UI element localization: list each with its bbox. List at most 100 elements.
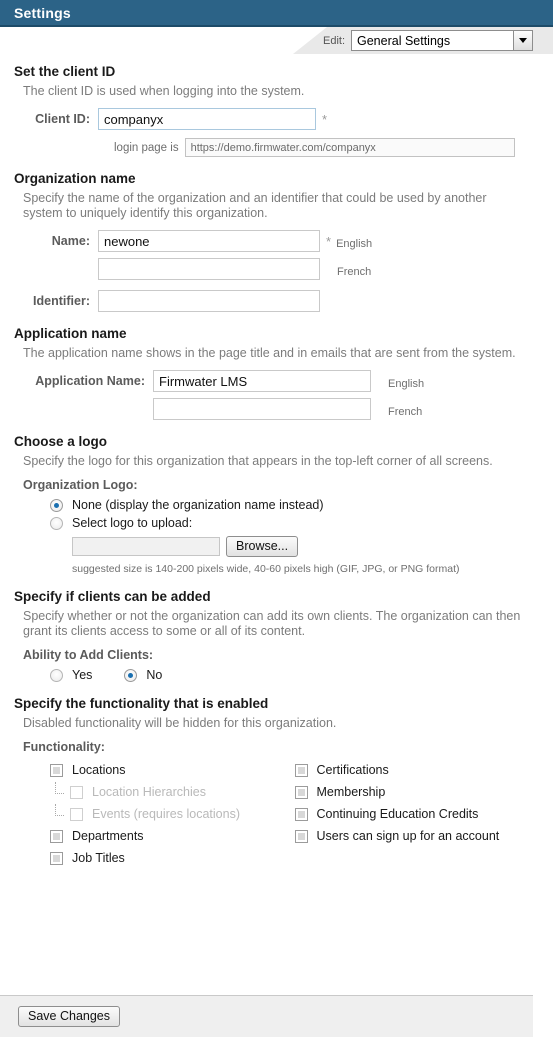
functionality-checkbox-row[interactable]: Membership <box>294 782 540 802</box>
functionality-checkbox-row[interactable]: Certifications <box>294 760 540 780</box>
logo-option-none-label: None (display the organization name inst… <box>72 498 324 512</box>
tree-connector-icon <box>52 781 68 799</box>
section-application-name-heading: Application name <box>14 326 127 341</box>
section-add-clients-description: Specify whether or not the organization … <box>23 609 521 638</box>
functionality-checkbox-row[interactable]: Departments <box>50 826 295 846</box>
footer-bar: Save Changes <box>0 995 533 1037</box>
logo-file-input[interactable] <box>72 537 220 556</box>
organization-name-french-lang: French <box>337 266 372 278</box>
application-name-english-lang: English <box>388 378 425 390</box>
section-logo-description: Specify the logo for this organization t… <box>23 454 493 468</box>
section-application-name: Application name The application name sh… <box>14 326 539 420</box>
functionality-checkbox <box>70 807 83 821</box>
functionality-checkbox-label: Continuing Education Credits <box>316 807 479 821</box>
application-name-label: Application Name: <box>35 374 145 388</box>
functionality-checkbox[interactable] <box>50 763 63 777</box>
browse-button[interactable]: Browse... <box>226 536 299 557</box>
section-client-id: Set the client ID The client ID is used … <box>14 64 539 157</box>
functionality-checkbox[interactable] <box>294 829 308 843</box>
edit-settings-selected-value: General Settings <box>357 33 451 48</box>
section-add-clients-heading: Specify if clients can be added <box>14 589 211 604</box>
functionality-checkbox-row[interactable]: Users can sign up for an account <box>294 826 540 846</box>
section-organization-name-heading: Organization name <box>14 171 136 186</box>
functionality-checkbox[interactable] <box>294 785 308 799</box>
client-id-required-marker: * <box>322 111 328 127</box>
section-client-id-description: The client ID is used when logging into … <box>23 84 305 98</box>
organization-name-label: Name: <box>51 234 90 248</box>
section-client-id-heading: Set the client ID <box>14 64 116 79</box>
functionality-left-column: Locations Location Hierarchies Events (req… <box>50 760 295 870</box>
section-functionality-heading: Specify the functionality that is enable… <box>14 696 269 711</box>
functionality-label: Functionality: <box>23 740 105 754</box>
client-id-input[interactable] <box>98 108 316 130</box>
organization-logo-label: Organization Logo: <box>23 478 138 492</box>
add-clients-yes-label: Yes <box>72 668 93 682</box>
section-add-clients: Specify if clients can be added Specify … <box>14 589 539 682</box>
edit-label: Edit: <box>322 34 345 47</box>
application-name-french-row: French <box>14 398 539 420</box>
save-changes-button[interactable]: Save Changes <box>18 1006 121 1027</box>
section-functionality: Specify the functionality that is enable… <box>14 696 539 870</box>
section-functionality-description: Disabled functionality will be hidden fo… <box>23 716 337 730</box>
functionality-checkbox-grid: Locations Location Hierarchies Events (req… <box>14 760 539 870</box>
add-clients-no-radio[interactable] <box>124 668 138 682</box>
functionality-checkbox-label: Location Hierarchies <box>92 785 206 799</box>
application-name-french-input[interactable] <box>153 398 371 420</box>
section-application-name-description: The application name shows in the page t… <box>23 346 516 360</box>
functionality-checkbox-label: Users can sign up for an account <box>316 829 500 843</box>
functionality-checkbox-row: Location Hierarchies <box>50 781 295 802</box>
functionality-checkbox-label: Job Titles <box>72 851 125 865</box>
functionality-checkbox[interactable] <box>50 851 63 865</box>
organization-name-english-row: Name: * English <box>14 230 539 252</box>
tree-connector-icon <box>52 803 68 821</box>
organization-name-english-lang: English <box>336 238 373 250</box>
organization-identifier-input[interactable] <box>98 290 320 312</box>
login-page-url: https://demo.firmwater.com/companyx <box>184 138 515 157</box>
functionality-checkbox-row: Events (requires locations) <box>50 803 295 824</box>
functionality-checkbox-row[interactable]: Job Titles <box>50 848 295 868</box>
functionality-checkbox-row[interactable]: Locations <box>50 760 295 780</box>
organization-identifier-label: Identifier: <box>33 294 90 308</box>
page-title: Settings <box>14 4 71 21</box>
login-page-prefix: login page is <box>114 141 179 154</box>
section-organization-name-description: Specify the name of the organization and… <box>23 191 487 220</box>
functionality-checkbox-row[interactable]: Continuing Education Credits <box>294 804 540 824</box>
functionality-checkbox <box>70 785 83 799</box>
functionality-checkbox-label: Locations <box>72 763 126 777</box>
organization-name-english-input[interactable] <box>98 230 320 252</box>
functionality-checkbox-label: Membership <box>316 785 386 799</box>
application-name-french-lang: French <box>388 406 423 418</box>
logo-option-none-radio[interactable] <box>50 498 63 512</box>
client-id-label: Client ID: <box>35 112 90 126</box>
client-id-field-row: Client ID: * <box>14 108 539 130</box>
edit-settings-select[interactable]: General Settings <box>351 30 533 51</box>
window-title-bar: Settings <box>0 0 553 27</box>
chevron-down-icon[interactable] <box>513 31 532 50</box>
functionality-checkbox[interactable] <box>50 829 63 843</box>
logo-upload-row: Browse... <box>14 536 539 557</box>
add-clients-no-label: No <box>146 668 163 682</box>
organization-identifier-row: Identifier: <box>14 290 539 312</box>
edit-context-bar: Edit: General Settings <box>0 27 553 54</box>
add-clients-options-row: Yes No <box>14 668 539 682</box>
logo-option-upload-radio[interactable] <box>50 516 63 530</box>
functionality-checkbox[interactable] <box>294 807 308 821</box>
section-logo-heading: Choose a logo <box>14 434 108 449</box>
functionality-checkbox[interactable] <box>294 763 308 777</box>
logo-option-upload-label: Select logo to upload: <box>72 516 193 530</box>
logo-size-hint: suggested size is 140-200 pixels wide, 4… <box>72 563 460 575</box>
functionality-checkbox-label: Certifications <box>316 763 389 777</box>
functionality-checkbox-label: Departments <box>72 829 144 843</box>
logo-option-none-row[interactable]: None (display the organization name inst… <box>14 498 539 512</box>
organization-name-french-input[interactable] <box>98 258 320 280</box>
application-name-english-input[interactable] <box>153 370 371 392</box>
section-organization-name: Organization name Specify the name of th… <box>14 171 539 312</box>
add-clients-yes-radio[interactable] <box>50 668 63 682</box>
functionality-right-column: Certifications Membership Continuing Educa… <box>294 760 540 870</box>
login-page-row: login page is https://demo.firmwater.com… <box>14 138 539 157</box>
organization-name-required-marker: * <box>326 233 332 249</box>
application-name-english-row: Application Name: English <box>14 370 539 392</box>
ability-to-add-clients-label: Ability to Add Clients: <box>23 648 154 662</box>
logo-option-upload-row[interactable]: Select logo to upload: <box>14 516 539 530</box>
section-logo: Choose a logo Specify the logo for this … <box>14 434 539 575</box>
